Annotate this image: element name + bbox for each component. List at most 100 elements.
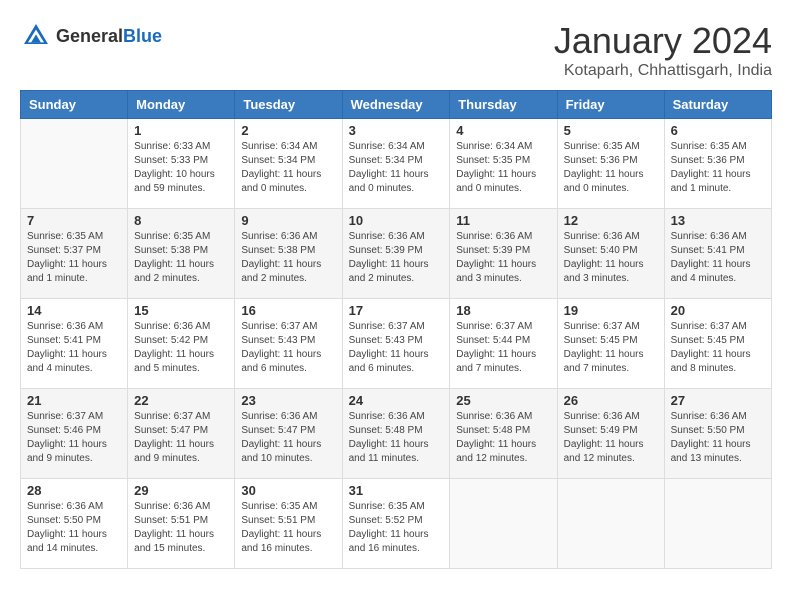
calendar-day-cell: 8 Sunrise: 6:35 AM Sunset: 5:38 PM Daylig… [128,209,235,299]
day-number: 19 [564,303,658,318]
day-info: Sunrise: 6:36 AM Sunset: 5:38 PM Dayligh… [241,230,335,286]
calendar-day-cell: 29 Sunrise: 6:36 AM Sunset: 5:51 PM Dayli… [128,479,235,569]
day-info: Sunrise: 6:35 AM Sunset: 5:37 PM Dayligh… [27,230,121,286]
day-number: 3 [349,123,444,138]
day-number: 21 [27,393,121,408]
calendar-day-cell: 22Sunrise: 6:37 AM Sunset: 5:47 PM Dayli… [128,389,235,479]
calendar-day-cell: 24 Sunrise: 6:36 AM Sunset: 5:48 PM Dayli… [342,389,450,479]
weekday-header-tuesday: Tuesday [235,91,342,119]
day-number: 10 [349,213,444,228]
day-info: Sunrise: 6:35 AM Sunset: 5:36 PM Dayligh… [671,140,765,196]
day-number: 14 [27,303,121,318]
day-info: Sunrise: 6:36 AM Sunset: 5:41 PM Dayligh… [27,320,121,376]
calendar-day-cell: 11 Sunrise: 6:36 AM Sunset: 5:39 PM Dayli… [450,209,557,299]
day-info: Sunrise: 6:36 AM Sunset: 5:51 PM Dayligh… [134,500,228,556]
calendar-week-row: 1 Sunrise: 6:33 AM Sunset: 5:33 PM Daylig… [21,119,772,209]
day-info: Sunrise: 6:36 AM Sunset: 5:50 PM Dayligh… [671,410,765,466]
calendar-day-cell: 1 Sunrise: 6:33 AM Sunset: 5:33 PM Daylig… [128,119,235,209]
day-info: Sunrise: 6:36 AM Sunset: 5:47 PM Dayligh… [241,410,335,466]
day-info: Sunrise: 6:34 AM Sunset: 5:34 PM Dayligh… [241,140,335,196]
calendar-day-cell [450,479,557,569]
calendar-day-cell: 16Sunrise: 6:37 AM Sunset: 5:43 PM Dayli… [235,299,342,389]
weekday-header-sunday: Sunday [21,91,128,119]
weekday-header-monday: Monday [128,91,235,119]
day-info: Sunrise: 6:37 AM Sunset: 5:44 PM Dayligh… [456,320,550,376]
day-info: Sunrise: 6:36 AM Sunset: 5:50 PM Dayligh… [27,500,121,556]
day-info: Sunrise: 6:36 AM Sunset: 5:48 PM Dayligh… [349,410,444,466]
day-info: Sunrise: 6:35 AM Sunset: 5:52 PM Dayligh… [349,500,444,556]
page-header: GeneralBlue January 2024 Kotaparh, Chhat… [20,20,772,80]
logo-general: General [56,26,123,46]
day-number: 22 [134,393,228,408]
calendar-table: SundayMondayTuesdayWednesdayThursdayFrid… [20,90,772,569]
day-number: 6 [671,123,765,138]
calendar-day-cell [664,479,771,569]
day-info: Sunrise: 6:35 AM Sunset: 5:36 PM Dayligh… [564,140,658,196]
day-number: 5 [564,123,658,138]
calendar-day-cell: 19 Sunrise: 6:37 AM Sunset: 5:45 PM Dayli… [557,299,664,389]
title-block: January 2024 Kotaparh, Chhattisgarh, Ind… [554,20,772,80]
day-info: Sunrise: 6:36 AM Sunset: 5:49 PM Dayligh… [564,410,658,466]
logo: GeneralBlue [20,20,162,52]
day-number: 12 [564,213,658,228]
calendar-day-cell: 26 Sunrise: 6:36 AM Sunset: 5:49 PM Dayli… [557,389,664,479]
calendar-day-cell: 31 Sunrise: 6:35 AM Sunset: 5:52 PM Dayli… [342,479,450,569]
day-number: 13 [671,213,765,228]
day-info: Sunrise: 6:37 AM Sunset: 5:45 PM Dayligh… [671,320,765,376]
weekday-header-friday: Friday [557,91,664,119]
day-number: 26 [564,393,658,408]
day-number: 29 [134,483,228,498]
logo-blue: Blue [123,26,162,46]
day-number: 17 [349,303,444,318]
calendar-day-cell: 4 Sunrise: 6:34 AM Sunset: 5:35 PM Daylig… [450,119,557,209]
day-number: 30 [241,483,335,498]
calendar-day-cell: 2Sunrise: 6:34 AM Sunset: 5:34 PM Daylig… [235,119,342,209]
day-info: Sunrise: 6:36 AM Sunset: 5:39 PM Dayligh… [456,230,550,286]
day-info: Sunrise: 6:36 AM Sunset: 5:42 PM Dayligh… [134,320,228,376]
calendar-day-cell: 14 Sunrise: 6:36 AM Sunset: 5:41 PM Dayli… [21,299,128,389]
calendar-day-cell: 28Sunrise: 6:36 AM Sunset: 5:50 PM Dayli… [21,479,128,569]
calendar-week-row: 7 Sunrise: 6:35 AM Sunset: 5:37 PM Daylig… [21,209,772,299]
calendar-day-cell: 23 Sunrise: 6:36 AM Sunset: 5:47 PM Dayli… [235,389,342,479]
day-number: 1 [134,123,228,138]
location-subtitle: Kotaparh, Chhattisgarh, India [554,62,772,80]
calendar-day-cell: 10 Sunrise: 6:36 AM Sunset: 5:39 PM Dayli… [342,209,450,299]
day-info: Sunrise: 6:36 AM Sunset: 5:40 PM Dayligh… [564,230,658,286]
calendar-day-cell: 21Sunrise: 6:37 AM Sunset: 5:46 PM Dayli… [21,389,128,479]
calendar-day-cell: 30 Sunrise: 6:35 AM Sunset: 5:51 PM Dayli… [235,479,342,569]
logo-icon [20,20,52,52]
day-info: Sunrise: 6:35 AM Sunset: 5:38 PM Dayligh… [134,230,228,286]
calendar-day-cell: 25Sunrise: 6:36 AM Sunset: 5:48 PM Dayli… [450,389,557,479]
calendar-day-cell: 20Sunrise: 6:37 AM Sunset: 5:45 PM Dayli… [664,299,771,389]
day-info: Sunrise: 6:34 AM Sunset: 5:34 PM Dayligh… [349,140,444,196]
day-number: 24 [349,393,444,408]
day-number: 31 [349,483,444,498]
calendar-day-cell: 9Sunrise: 6:36 AM Sunset: 5:38 PM Daylig… [235,209,342,299]
day-info: Sunrise: 6:36 AM Sunset: 5:39 PM Dayligh… [349,230,444,286]
calendar-day-cell [557,479,664,569]
calendar-day-cell: 15Sunrise: 6:36 AM Sunset: 5:42 PM Dayli… [128,299,235,389]
day-info: Sunrise: 6:37 AM Sunset: 5:45 PM Dayligh… [564,320,658,376]
calendar-day-cell: 17 Sunrise: 6:37 AM Sunset: 5:43 PM Dayli… [342,299,450,389]
day-info: Sunrise: 6:35 AM Sunset: 5:51 PM Dayligh… [241,500,335,556]
day-number: 23 [241,393,335,408]
calendar-day-cell: 5 Sunrise: 6:35 AM Sunset: 5:36 PM Daylig… [557,119,664,209]
calendar-day-cell: 27 Sunrise: 6:36 AM Sunset: 5:50 PM Dayli… [664,389,771,479]
day-info: Sunrise: 6:37 AM Sunset: 5:43 PM Dayligh… [349,320,444,376]
day-info: Sunrise: 6:36 AM Sunset: 5:48 PM Dayligh… [456,410,550,466]
day-number: 27 [671,393,765,408]
day-number: 7 [27,213,121,228]
day-info: Sunrise: 6:34 AM Sunset: 5:35 PM Dayligh… [456,140,550,196]
month-year-title: January 2024 [554,20,772,62]
calendar-day-cell: 3 Sunrise: 6:34 AM Sunset: 5:34 PM Daylig… [342,119,450,209]
day-info: Sunrise: 6:33 AM Sunset: 5:33 PM Dayligh… [134,140,228,196]
calendar-day-cell: 18Sunrise: 6:37 AM Sunset: 5:44 PM Dayli… [450,299,557,389]
day-number: 8 [134,213,228,228]
calendar-day-cell: 7 Sunrise: 6:35 AM Sunset: 5:37 PM Daylig… [21,209,128,299]
calendar-day-cell: 13Sunrise: 6:36 AM Sunset: 5:41 PM Dayli… [664,209,771,299]
day-number: 11 [456,213,550,228]
logo-text: GeneralBlue [56,26,162,47]
day-number: 4 [456,123,550,138]
day-number: 16 [241,303,335,318]
calendar-week-row: 28Sunrise: 6:36 AM Sunset: 5:50 PM Dayli… [21,479,772,569]
